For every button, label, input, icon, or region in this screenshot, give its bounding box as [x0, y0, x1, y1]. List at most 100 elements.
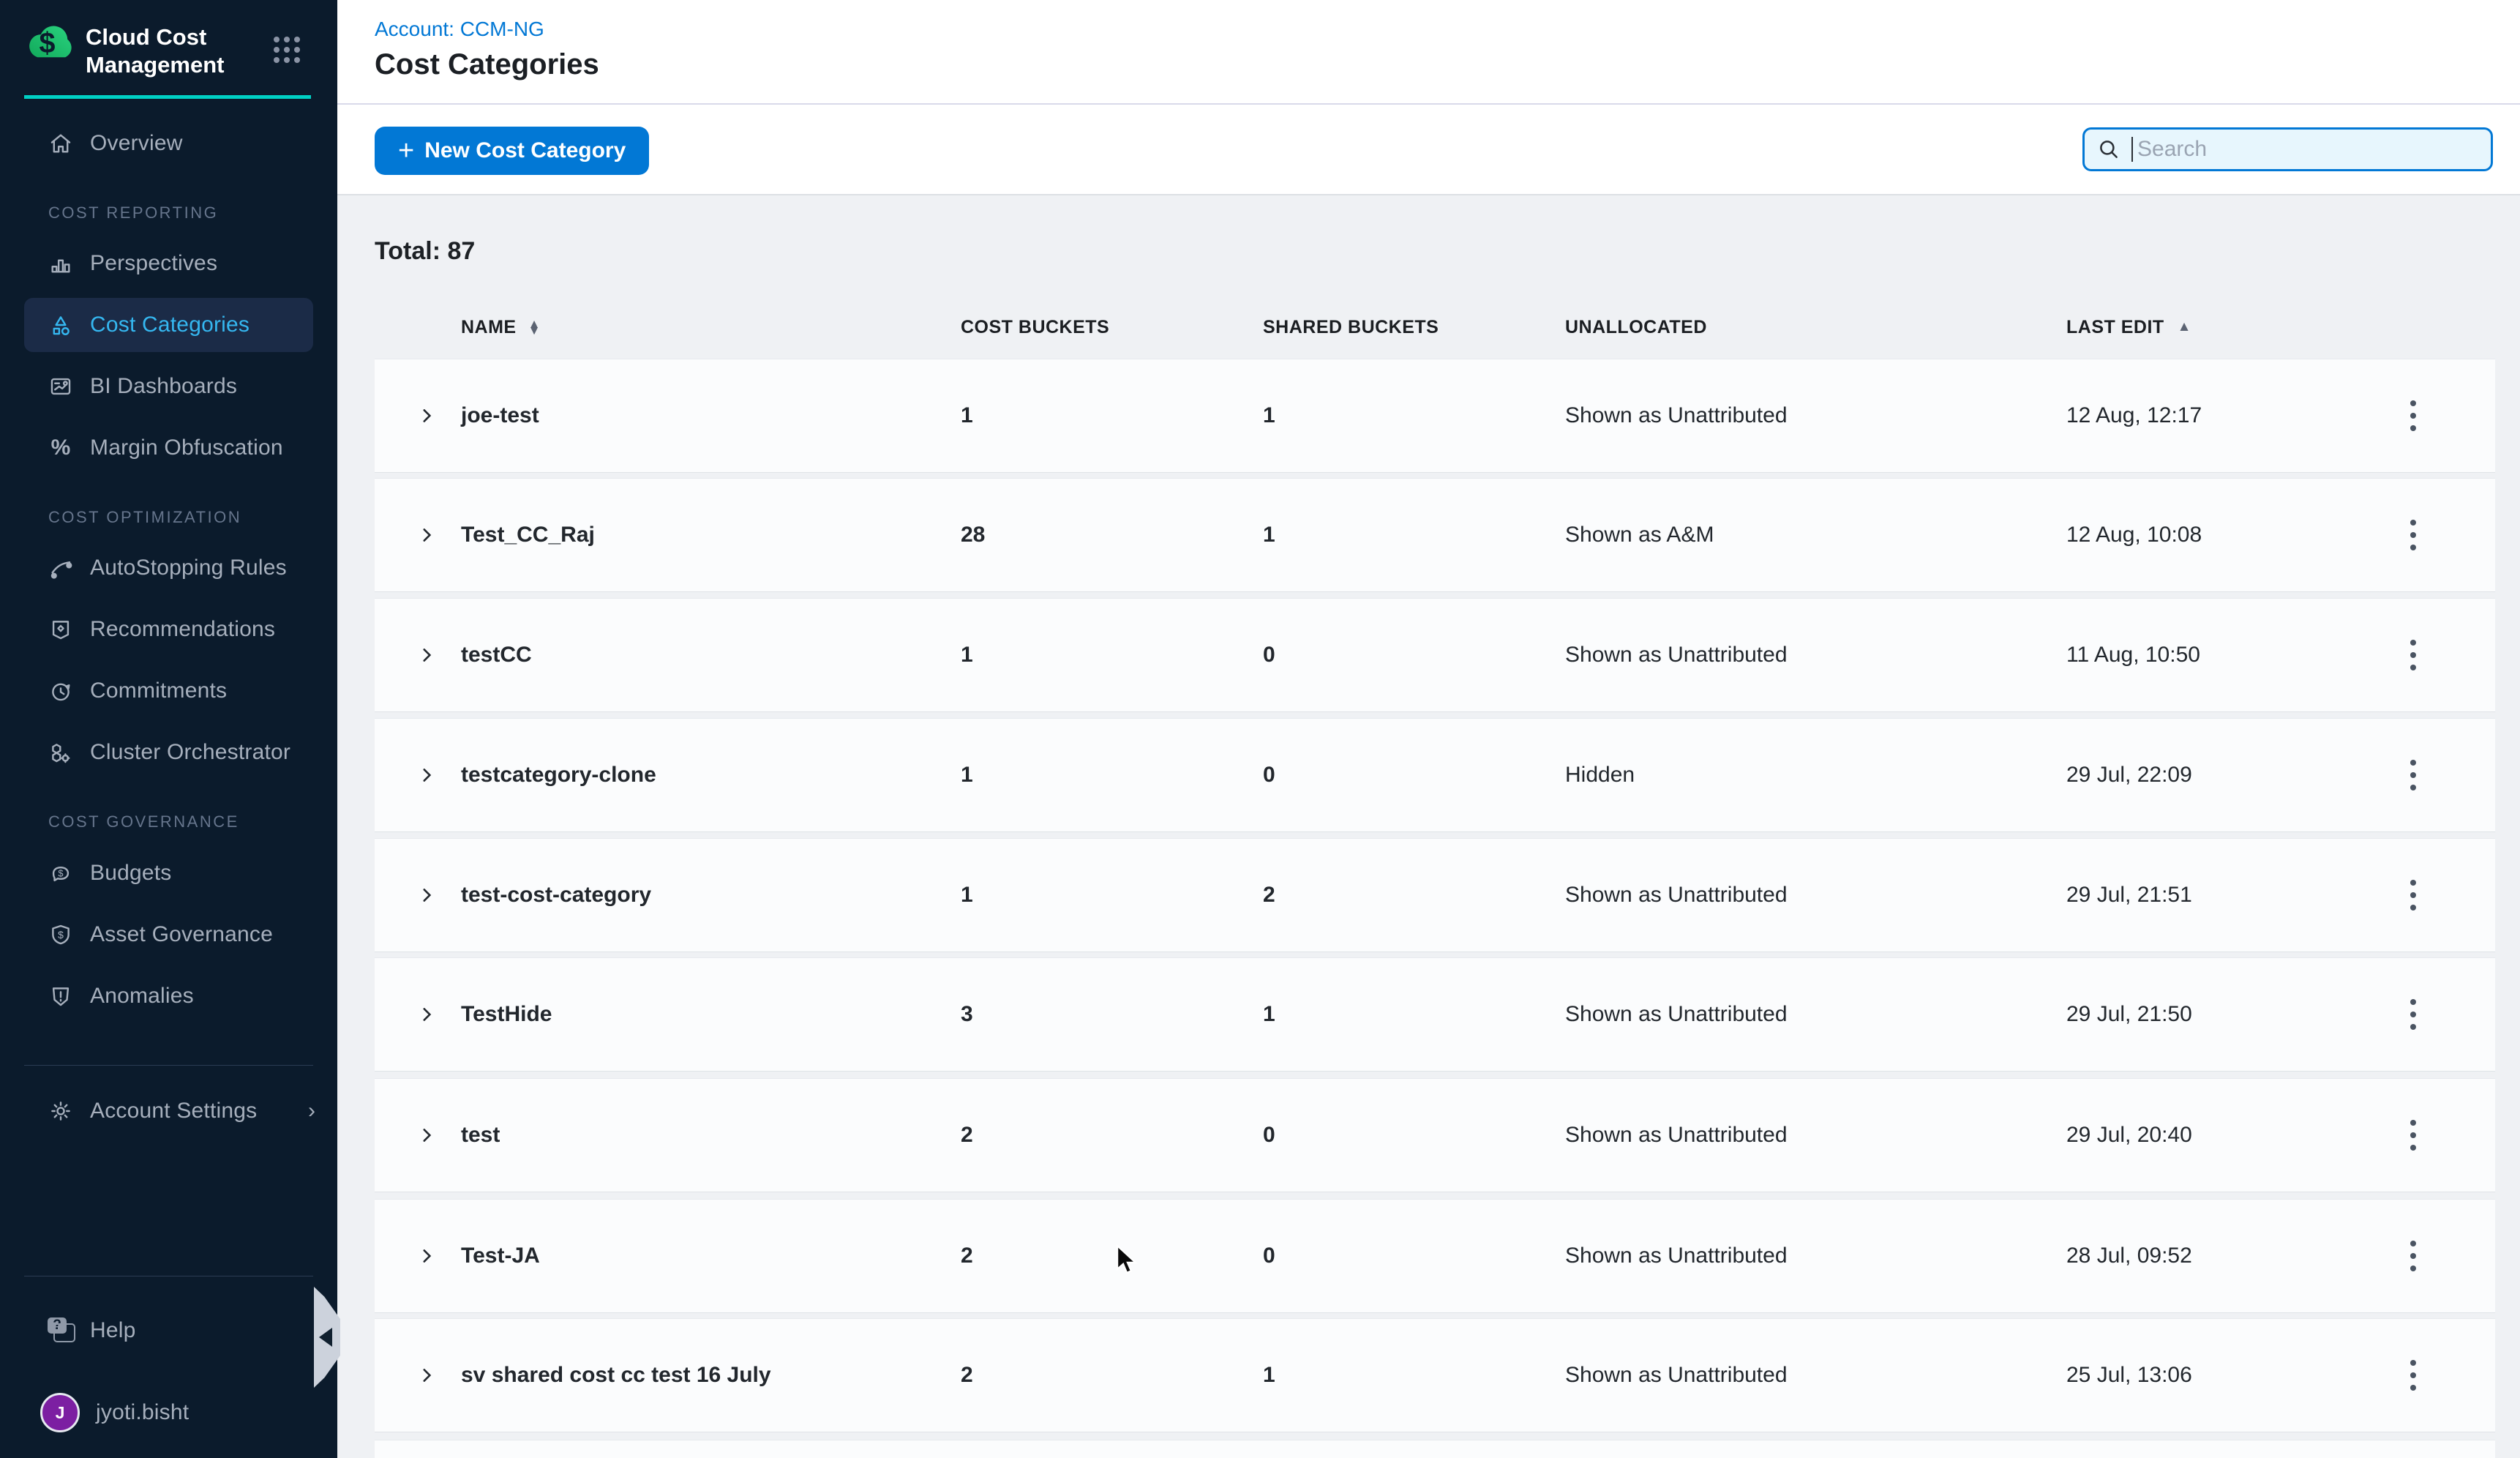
row-kebab-menu-icon[interactable] [2391, 958, 2435, 1071]
sidebar-item-label: Perspectives [90, 251, 217, 276]
app-window: $ Cloud Cost Management Overview COST RE… [0, 0, 2520, 1458]
row-expander-chevron-icon[interactable] [417, 719, 436, 831]
sidebar: $ Cloud Cost Management Overview COST RE… [0, 0, 337, 1458]
row-kebab-menu-icon[interactable] [2391, 839, 2435, 952]
sidebar-item-overview[interactable]: Overview [24, 116, 313, 171]
row-cost-buckets: 28 [961, 479, 985, 591]
table-row[interactable]: testcategory-clone 1 0 Hidden 29 Jul, 22… [375, 719, 2495, 831]
row-kebab-menu-icon[interactable] [2391, 719, 2435, 831]
module-grid-icon[interactable] [274, 37, 303, 66]
search-box [2082, 127, 2493, 171]
sidebar-item-autostopping-rules[interactable]: AutoStopping Rules [24, 541, 313, 595]
avatar: J [40, 1393, 80, 1432]
breadcrumb-account-link[interactable]: Account: CCM-NG [375, 18, 544, 41]
table-row[interactable]: Test-JA 2 0 Shown as Unattributed 28 Jul… [375, 1200, 2495, 1312]
table-row[interactable]: TestHide 3 1 Shown as Unattributed 29 Ju… [375, 958, 2495, 1071]
row-kebab-menu-icon[interactable] [2391, 1200, 2435, 1312]
brand-underline [24, 95, 311, 99]
row-kebab-menu-icon[interactable] [2391, 479, 2435, 591]
dashboard-icon [48, 373, 74, 400]
user-menu[interactable]: J jyoti.bisht [24, 1386, 313, 1440]
table-row[interactable]: testCC 1 0 Shown as Unattributed 11 Aug,… [375, 599, 2495, 711]
sidebar-item-label: AutoStopping Rules [90, 556, 287, 580]
row-unallocated: Shown as Unattributed [1565, 359, 1788, 472]
row-expander-chevron-icon[interactable] [417, 1200, 436, 1312]
new-cost-category-button[interactable]: + New Cost Category [375, 127, 649, 175]
page-title: Cost Categories [375, 48, 599, 81]
svg-text:$: $ [58, 867, 63, 878]
row-name: testCC [461, 599, 532, 711]
row-expander-chevron-icon[interactable] [417, 479, 436, 591]
row-unallocated: Shown as Unattributed [1565, 839, 1788, 952]
row-expander-chevron-icon[interactable] [417, 359, 436, 472]
sidebar-item-help[interactable]: ? Help [24, 1304, 313, 1358]
sidebar-item-anomalies[interactable]: Anomalies [24, 969, 313, 1023]
row-last-edit: 12 Aug, 12:17 [2066, 359, 2202, 472]
row-expander-chevron-icon[interactable] [417, 599, 436, 711]
row-cost-buckets: 1 [961, 719, 973, 831]
table-row[interactable]: test 2 0 Shown as Unattributed 29 Jul, 2… [375, 1079, 2495, 1192]
row-last-edit: 11 Aug, 10:50 [2066, 599, 2200, 711]
row-unallocated: Hidden [1565, 719, 1635, 831]
cloud-dollar-logo-icon: $ [24, 18, 80, 70]
row-shared-buckets: 0 [1263, 599, 1275, 711]
clock-icon [48, 678, 74, 704]
row-shared-buckets: 2 [1263, 839, 1275, 952]
sidebar-item-label: Commitments [90, 678, 227, 703]
sidebar-item-recommendations[interactable]: Recommendations [24, 602, 313, 657]
total-count: Total: 87 [375, 237, 475, 266]
brand: $ Cloud Cost Management [24, 18, 317, 79]
row-kebab-menu-icon[interactable] [2391, 1079, 2435, 1192]
shield-dollar-icon: $ [48, 921, 74, 948]
sidebar-item-label: Budgets [90, 861, 171, 886]
help-chat-icon: ? [48, 1317, 74, 1344]
svg-text:$: $ [40, 27, 56, 59]
table-row[interactable]: Test_CC_Raj 28 1 Shown as A&M 12 Aug, 10… [375, 479, 2495, 591]
row-cost-buckets: 1 [961, 359, 973, 472]
sidebar-item-account-settings[interactable]: Account Settings › [24, 1084, 313, 1138]
row-kebab-menu-icon[interactable] [2391, 1319, 2435, 1432]
page-header: Account: CCM-NG Cost Categories [337, 0, 2520, 105]
sidebar-item-commitments[interactable]: Commitments [24, 664, 313, 718]
row-kebab-menu-icon[interactable] [2391, 599, 2435, 711]
search-icon [2096, 137, 2121, 162]
sort-ascending-icon: ▲ [2178, 319, 2191, 335]
sidebar-item-asset-governance[interactable]: $ Asset Governance [24, 908, 313, 962]
table-row[interactable]: joe-test 1 1 Shown as Unattributed 12 Au… [375, 359, 2495, 472]
sidebar-item-cost-categories[interactable]: Cost Categories [24, 298, 313, 352]
sidebar-item-label: Overview [90, 131, 183, 156]
sidebar-item-label: Account Settings [90, 1099, 257, 1124]
column-header-cost-buckets: COST BUCKETS [961, 314, 1109, 340]
sidebar-item-label: Cost Categories [90, 313, 250, 337]
sidebar-item-label: Recommendations [90, 617, 275, 642]
row-last-edit: 29 Jul, 20:40 [2066, 1079, 2192, 1192]
sidebar-item-bi-dashboards[interactable]: BI Dashboards [24, 359, 313, 414]
sidebar-item-label: Anomalies [90, 984, 194, 1009]
row-last-edit: 29 Jul, 22:09 [2066, 719, 2192, 831]
column-header-name[interactable]: NAME ▲▼ [461, 314, 541, 340]
sidebar-item-budgets[interactable]: $ Budgets [24, 846, 313, 900]
sidebar-item-margin-obfuscation[interactable]: % Margin Obfuscation [24, 421, 313, 475]
row-expander-chevron-icon[interactable] [417, 1079, 436, 1192]
table-row[interactable]: test-cost-category 1 2 Shown as Unattrib… [375, 839, 2495, 952]
search-input[interactable] [2136, 136, 2491, 162]
column-header-last-edit[interactable]: LAST EDIT ▲ [2066, 314, 2191, 340]
sidebar-section-cost-optimization: COST OPTIMIZATION [48, 508, 241, 527]
row-unallocated: Shown as Unattributed [1565, 958, 1788, 1071]
row-name: test [461, 1079, 500, 1192]
row-expander-chevron-icon[interactable] [417, 958, 436, 1071]
sidebar-item-perspectives[interactable]: Perspectives [24, 236, 313, 291]
plus-icon: + [398, 137, 414, 165]
row-name: joe-test [461, 359, 539, 472]
column-header-shared-buckets: SHARED BUCKETS [1263, 314, 1439, 340]
row-expander-chevron-icon[interactable] [417, 839, 436, 952]
row-name: Test-JA [461, 1200, 540, 1312]
row-unallocated: Shown as Unattributed [1565, 599, 1788, 711]
sidebar-item-cluster-orchestrator[interactable]: Cluster Orchestrator [24, 725, 313, 780]
row-expander-chevron-icon[interactable] [417, 1319, 436, 1432]
row-kebab-menu-icon[interactable] [2391, 359, 2435, 472]
sidebar-item-label: Cluster Orchestrator [90, 740, 290, 765]
row-unallocated: Shown as Unattributed [1565, 1319, 1788, 1432]
table-row[interactable]: sv shared cost cc test 16 July 2 1 Shown… [375, 1319, 2495, 1432]
table-row-partial[interactable] [375, 1440, 2495, 1458]
